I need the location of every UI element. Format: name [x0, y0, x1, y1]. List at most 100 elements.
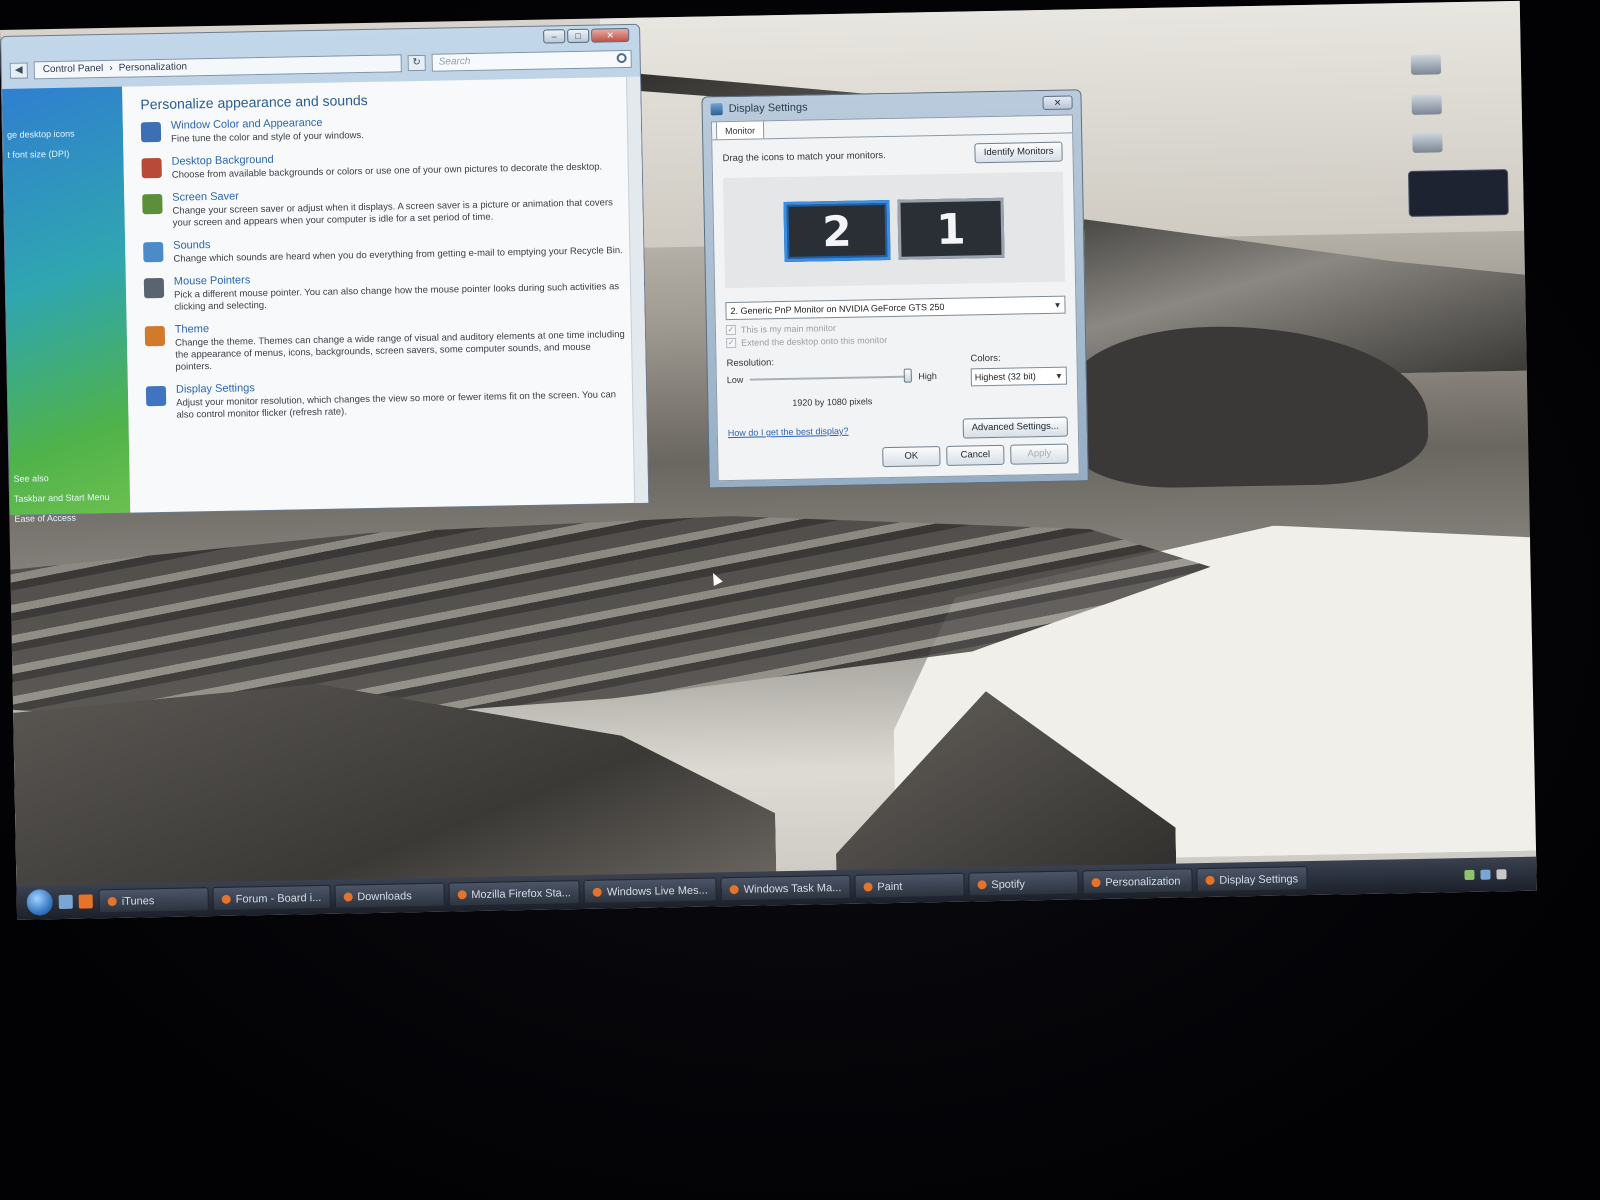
- taskbar-button-label: Personalization: [1105, 875, 1181, 889]
- dialog-buttons: OK Cancel Apply: [882, 443, 1069, 468]
- drive-gadget-c: [1410, 53, 1502, 85]
- advanced-settings-button[interactable]: Advanced Settings...: [962, 416, 1069, 439]
- monitor-1-icon[interactable]: 1: [897, 197, 1005, 260]
- chevron-down-icon: ▼: [1054, 371, 1063, 381]
- back-icon[interactable]: ◀: [9, 62, 28, 79]
- extend-desktop-label: Extend the desktop onto this monitor: [741, 335, 888, 348]
- refresh-icon[interactable]: ↻: [407, 54, 426, 72]
- slider-thumb[interactable]: [904, 368, 913, 383]
- sounds-icon: [143, 241, 164, 263]
- firefox-icon[interactable]: [78, 894, 93, 909]
- personalization-item-description: Change the theme. Themes can change a wi…: [174, 329, 625, 373]
- dialog-close-button[interactable]: ✕: [1042, 95, 1073, 110]
- see-also-section: See also Taskbar and Start Menu Ease of …: [13, 467, 110, 529]
- taskbar-button-label: Windows Live Mes...: [606, 884, 708, 899]
- screen-saver-icon: [142, 193, 163, 215]
- taskbar-button[interactable]: Downloads: [334, 882, 445, 909]
- breadcrumb-personalization[interactable]: Personalization: [119, 59, 188, 76]
- taskbar-button[interactable]: Mozilla Firefox Sta...: [448, 880, 581, 907]
- colors-label: Colors:: [970, 352, 1001, 365]
- close-button[interactable]: ✕: [591, 27, 630, 43]
- tray-app-icon[interactable]: [1496, 869, 1507, 880]
- show-desktop-icon[interactable]: [58, 894, 73, 910]
- colors-group: Colors: Highest (32 bit) ▼: [970, 352, 1068, 405]
- cancel-button[interactable]: Cancel: [946, 444, 1005, 466]
- taskbar-button[interactable]: Personalization: [1082, 868, 1193, 895]
- drag-instruction: Drag the icons to match your monitors.: [722, 149, 886, 164]
- personalization-item-text: Desktop Background Choose from available …: [171, 147, 602, 181]
- system-tray: [1464, 869, 1507, 881]
- resolution-group: Resolution: Low High 1920 by 1080 pixels: [726, 354, 937, 409]
- search-input[interactable]: Search: [431, 49, 632, 72]
- best-display-help-link[interactable]: How do I get the best display?: [728, 426, 849, 438]
- page-title: Personalize appearance and sounds: [140, 91, 368, 113]
- tab-monitor[interactable]: Monitor: [715, 120, 765, 140]
- taskbar-button[interactable]: Spotify: [968, 870, 1079, 897]
- desktop-screen: – □ ✕ ◀ Control Panel › Personalization …: [0, 0, 1537, 920]
- monitor-arrangement: 2 1: [722, 171, 1066, 289]
- taskbar-button[interactable]: iTunes: [98, 887, 209, 914]
- colors-select[interactable]: Highest (32 bit) ▼: [970, 366, 1068, 387]
- personalization-item-link[interactable]: Window Color and Appearance: [171, 116, 364, 132]
- personalization-item[interactable]: Window Color and Appearance Fine tune the…: [140, 111, 623, 146]
- breadcrumb-control-panel[interactable]: Control Panel: [43, 61, 104, 78]
- personalization-item-text: Window Color and Appearance Fine tune the…: [171, 116, 364, 146]
- personalization-items: Window Color and Appearance Fine tune the…: [140, 111, 629, 422]
- cpu-meter-gadget: [1407, 169, 1509, 217]
- search-icon[interactable]: [616, 52, 627, 64]
- taskbar-button-label: Mozilla Firefox Sta...: [471, 887, 572, 902]
- minimize-button[interactable]: –: [543, 29, 566, 44]
- volume-icon[interactable]: [1480, 869, 1491, 880]
- resolution-value: 1920 by 1080 pixels: [792, 396, 873, 408]
- personalization-item[interactable]: Desktop Background Choose from available …: [141, 147, 623, 182]
- apply-button: Apply: [1010, 443, 1069, 465]
- display-settings-icon: [710, 103, 723, 116]
- personalization-item[interactable]: Sounds Change which sounds are heard when…: [143, 231, 625, 266]
- chevron-down-icon: ▼: [1053, 300, 1062, 310]
- slider-track[interactable]: [749, 368, 913, 383]
- taskbar-button-label: Display Settings: [1219, 873, 1299, 887]
- task-link-desktop-icons[interactable]: ge desktop icons: [7, 123, 119, 145]
- monitor-tab-content: Drag the icons to match your monitors. I…: [712, 132, 1079, 481]
- checkbox-icon: ✓: [726, 337, 737, 349]
- see-also-taskbar-link[interactable]: Taskbar and Start Menu: [14, 487, 110, 509]
- taskbar-button[interactable]: Windows Task Ma...: [720, 874, 851, 902]
- drive-gadget-e: [1412, 131, 1503, 163]
- taskbar-button-label: Forum - Board i...: [235, 891, 322, 906]
- checkbox-icon: ✓: [725, 324, 736, 336]
- ok-button[interactable]: OK: [882, 446, 941, 468]
- task-link-font-size[interactable]: t font size (DPI): [7, 143, 119, 165]
- personalization-item-text: Display Settings Adjust your monitor reso…: [176, 375, 629, 422]
- resolution-slider[interactable]: Low High: [727, 368, 937, 385]
- taskbar-button[interactable]: Display Settings: [1196, 866, 1308, 893]
- window-color-icon: [140, 121, 162, 143]
- see-also-ease-of-access-link[interactable]: Ease of Access: [14, 507, 110, 529]
- taskbar-button[interactable]: Windows Live Mes...: [583, 877, 717, 904]
- personalization-item[interactable]: Display Settings Adjust your monitor reso…: [145, 375, 629, 422]
- monitor-2-icon[interactable]: 2: [783, 199, 891, 262]
- taskbar-button[interactable]: Paint: [854, 872, 965, 899]
- search-placeholder: Search: [438, 55, 471, 68]
- resolution-label: Resolution:: [726, 357, 775, 370]
- colors-value: Highest (32 bit): [974, 371, 1036, 383]
- personalization-item-text: Mouse Pointers Pick a different mouse poi…: [174, 267, 627, 314]
- maximize-button[interactable]: □: [567, 28, 590, 44]
- personalization-item[interactable]: Mouse Pointers Pick a different mouse poi…: [143, 267, 627, 314]
- see-also-title: See also: [13, 473, 49, 484]
- taskbar-button-label: iTunes: [121, 895, 155, 908]
- control-panel-body: ge desktop icons t font size (DPI) See a…: [2, 76, 649, 524]
- identify-monitors-button[interactable]: Identify Monitors: [974, 141, 1063, 164]
- start-button[interactable]: [26, 889, 54, 916]
- hard-drive-icon: [1410, 54, 1442, 75]
- chevron-right-icon: ›: [109, 62, 113, 74]
- monitor-select[interactable]: 2. Generic PnP Monitor on NVIDIA GeForce…: [725, 295, 1066, 321]
- network-icon[interactable]: [1464, 869, 1475, 881]
- taskbar-button-label: Paint: [877, 880, 903, 894]
- personalization-item[interactable]: Theme Change the theme. Themes can change…: [144, 315, 628, 374]
- personalization-item-text: Screen Saver Change your screen saver or …: [172, 183, 625, 230]
- address-bar[interactable]: Control Panel › Personalization: [33, 54, 402, 80]
- personalization-item[interactable]: Screen Saver Change your screen saver or …: [142, 183, 625, 230]
- app-icon: [1205, 875, 1215, 886]
- display-settings-icon: [145, 385, 167, 407]
- taskbar-button[interactable]: Forum - Board i...: [212, 884, 331, 912]
